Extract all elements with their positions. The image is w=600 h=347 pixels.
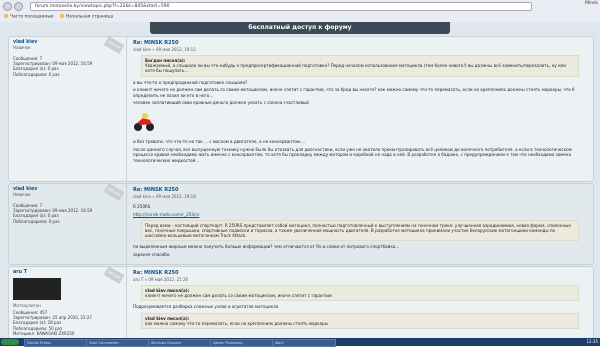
quote-text: Уважаемый, а слышали ли вы что-нибудь о … (145, 63, 566, 74)
stat-motorcycle: Мотоцикл: KAWASAKI ZXR250 (13, 330, 75, 336)
quote-block: vlad kiev писал(а): клиент ничего не дол… (141, 285, 579, 302)
avatar (13, 278, 61, 300)
post-text-line: человек заплативший свои кровные деньги … (133, 100, 309, 106)
page-icon (60, 14, 64, 18)
clock: 12:35 (586, 339, 598, 344)
post-meta: vlad kiev » 09 мая 2012, 19:12 (133, 47, 196, 52)
post-2: vlad kiev Новичок Сообщения: 7 Зарегистр… (8, 183, 594, 265)
bookmarks-bar: Часто посещаемые Начальная страница (0, 12, 600, 21)
post-1: vlad kiev Новичок Сообщения: 7 Зарегистр… (8, 36, 594, 182)
external-link[interactable]: http://minsk-moto.com/r_250/rs (133, 212, 587, 217)
os-taskbar: Mozilla Firefox Total Commander Windows … (0, 338, 600, 347)
bookmark-homepage[interactable]: Начальная страница (60, 14, 113, 20)
address-bar[interactable]: forum.motoveilo.by/viewtopic.php?f=22&t=… (30, 2, 532, 11)
start-button[interactable] (1, 339, 19, 345)
offline-badge: OFFLINE (103, 266, 125, 284)
offline-badge: OFFLINE (103, 36, 125, 54)
post-meta: aru T » 09 мая 2012, 21:26 (133, 277, 189, 282)
quote-text: клиент ничего не должен сам делать со св… (145, 293, 332, 299)
tab-title[interactable]: Minsk (585, 1, 598, 6)
quote-text: Перед вами - настоящий спорткарт. R 250R… (145, 222, 571, 238)
quote-block: vlad kiev писал(а): как можно самому что… (141, 313, 579, 330)
folder-icon (4, 14, 8, 18)
url-text: forum.motoveilo.by/viewtopic.php?f=22&t=… (35, 4, 170, 9)
post-title[interactable]: Re: MINSK R250 (133, 187, 587, 193)
post-body: Re: MINSK R250 vlad kiev » 09 мая 2012, … (133, 187, 587, 259)
quote-text: как можно самому что-то перемазать, если… (145, 321, 328, 327)
quote-block: Богдан писал(а): Уважаемый, а слышали ли… (141, 55, 579, 77)
browser-chrome: forum.motoveilo.by/viewtopic.php?f=22&t=… (0, 0, 600, 23)
post-profile: vlad kiev Новичок Сообщения: 7 Зарегистр… (9, 36, 127, 181)
back-button[interactable] (3, 2, 12, 11)
post-text-line: R 250RS (133, 204, 151, 209)
user-rank: Мотохулиган (13, 303, 41, 308)
post-text-line: после данного случая, все выпущенную тех… (133, 146, 572, 163)
post-body: Re: MINSK R250 aru T » 09 мая 2012, 21:2… (133, 270, 587, 332)
banner: бесплатный доступ к форуму (150, 22, 450, 34)
post-title[interactable]: Re: MINSK R250 (133, 270, 587, 276)
post-title[interactable]: Re: MINSK R250 (133, 40, 587, 46)
post-body: Re: MINSK R250 vlad kiev » 09 мая 2012, … (133, 40, 587, 165)
post-text-line: Подразумевается разборка сложных узлов и… (133, 304, 279, 310)
post-text-line: заранее спасибо. (133, 251, 171, 257)
stat-thanks-received: Поблагодарили: 0 раз (13, 71, 60, 77)
quote-block: Перед вами - настоящий спорткарт. R 250R… (141, 219, 579, 242)
post-text-line: и без тревоги, что что-то не так ... с м… (133, 138, 306, 144)
post-text-line: по выделенным жирным можно получить боль… (133, 244, 400, 250)
forum-page: бесплатный доступ к форуму vlad kiev Нов… (0, 22, 600, 346)
stat-thanks-received: Поблагодарили: 0 раз (13, 218, 60, 224)
post-profile: vlad kiev Новичок Сообщения: 7 Зарегистр… (9, 183, 127, 264)
post-3: aru T Мотохулиган Сообщения: 457 Зарегис… (8, 266, 594, 340)
post-text-line: а вы что-то о предпродажной подготовке с… (133, 79, 248, 85)
bookmark-frequent[interactable]: Часто посещаемые (4, 14, 54, 20)
motorcycle-smiley-icon (134, 112, 154, 131)
forward-button[interactable] (14, 2, 23, 11)
offline-badge: OFFLINE (103, 183, 125, 201)
post-profile: aru T Мотохулиган Сообщения: 457 Зарегис… (9, 266, 127, 339)
post-text-line: и клиент ничего не должен сам делать со … (133, 87, 575, 98)
post-meta: vlad kiev » 09 мая 2012, 19:18 (133, 194, 196, 199)
